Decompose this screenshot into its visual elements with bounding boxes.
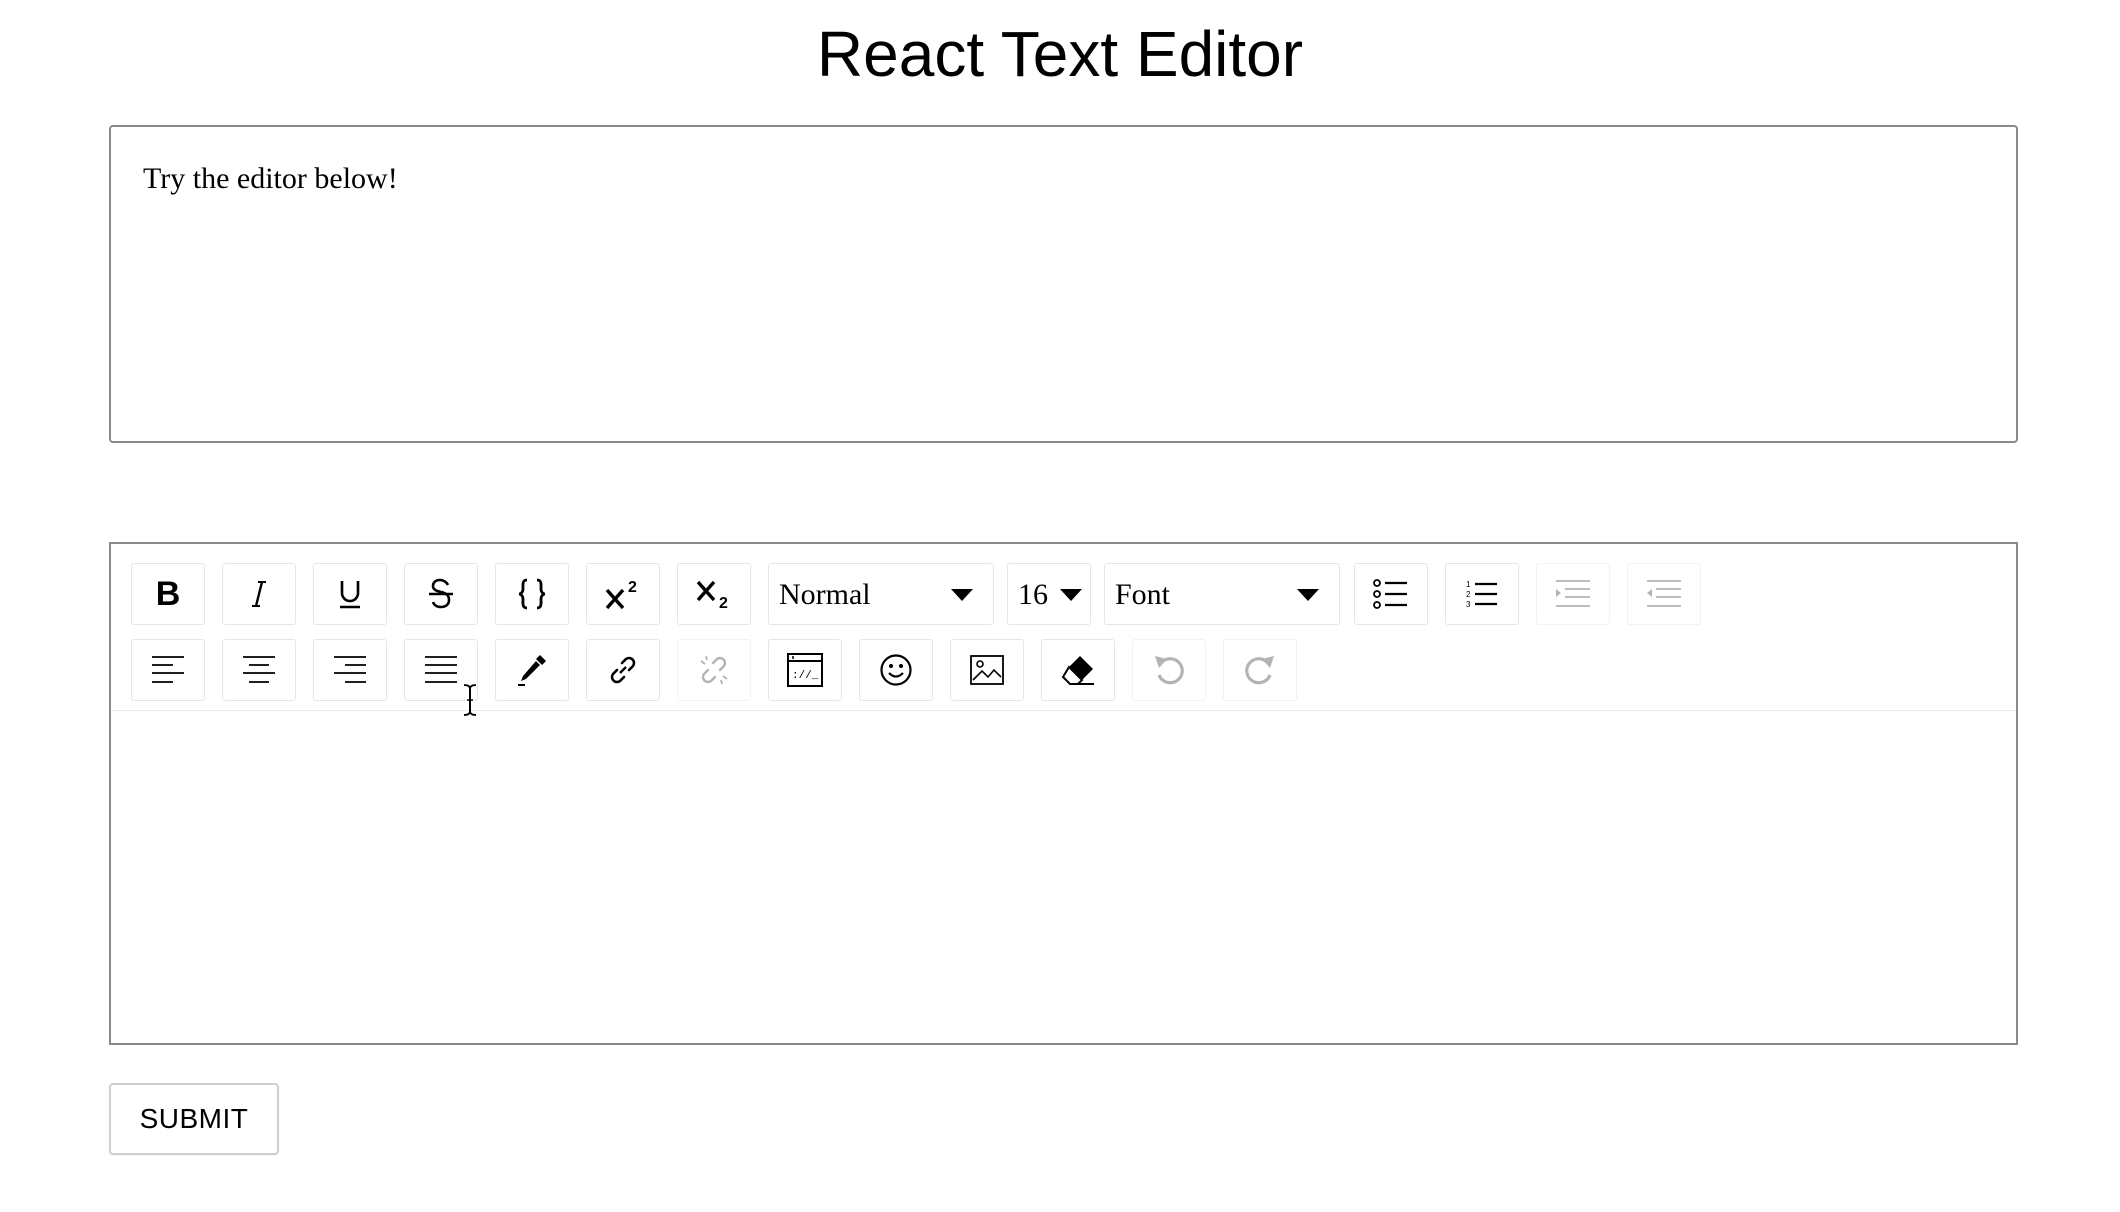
svg-text:2: 2 — [628, 579, 637, 596]
svg-text:2: 2 — [1466, 590, 1471, 599]
strikethrough-button[interactable] — [404, 563, 478, 625]
font-family-value: Font — [1115, 578, 1171, 611]
editor-content-area[interactable] — [111, 711, 2016, 1043]
font-size-dropdown[interactable]: 16 — [1007, 563, 1091, 625]
italic-button[interactable] — [222, 563, 296, 625]
redo-button[interactable] — [1223, 639, 1297, 701]
align-center-icon — [243, 656, 275, 683]
indent-button[interactable] — [1536, 563, 1610, 625]
link-icon — [610, 656, 636, 684]
unlink-icon — [700, 655, 728, 685]
chevron-down-icon — [1060, 589, 1082, 601]
color-picker-button[interactable] — [495, 639, 569, 701]
align-center-button[interactable] — [222, 639, 296, 701]
italic-icon — [252, 581, 266, 607]
text-cursor-icon — [463, 684, 477, 716]
svg-text:2: 2 — [719, 595, 728, 610]
embed-button[interactable]: ://_ — [768, 639, 842, 701]
superscript-button[interactable]: 2 — [586, 563, 660, 625]
underline-button[interactable] — [313, 563, 387, 625]
svg-text:3: 3 — [1466, 600, 1471, 609]
align-left-button[interactable] — [131, 639, 205, 701]
link-button[interactable] — [586, 639, 660, 701]
block-type-value: Normal — [779, 578, 871, 611]
page-title: React Text Editor — [816, 18, 1304, 90]
outdent-icon — [1647, 580, 1681, 607]
preview-text: Try the editor below! — [143, 162, 398, 195]
align-left-icon — [152, 656, 184, 683]
align-right-button[interactable] — [313, 639, 387, 701]
undo-icon — [1155, 656, 1184, 685]
chevron-down-icon — [951, 589, 973, 601]
svg-text:://_: ://_ — [792, 670, 819, 682]
undo-button[interactable] — [1132, 639, 1206, 701]
emoji-button[interactable] — [859, 639, 933, 701]
subscript-icon: 2 — [696, 580, 728, 610]
unordered-list-button[interactable] — [1354, 563, 1428, 625]
align-justify-icon — [425, 656, 457, 683]
remove-format-button[interactable] — [1041, 639, 1115, 701]
rich-text-editor: B 2 2 Normal 16 Font 1 2 3://_ — [109, 542, 2018, 1045]
font-size-value: 16 — [1018, 578, 1048, 611]
strikethrough-icon — [429, 578, 453, 609]
eraser-icon — [1061, 656, 1094, 685]
editor-toolbar: B 2 2 Normal 16 Font 1 2 3://_ — [111, 544, 2016, 711]
unordered-list-icon — [1373, 579, 1407, 609]
bold-icon: B — [155, 575, 181, 613]
indent-icon — [1556, 580, 1590, 607]
submit-button[interactable]: SUBMIT — [109, 1083, 279, 1155]
color-picker-icon — [518, 655, 546, 686]
superscript-icon: 2 — [605, 579, 637, 610]
underline-icon — [340, 581, 360, 609]
unlink-button[interactable] — [677, 639, 751, 701]
subscript-button[interactable]: 2 — [677, 563, 751, 625]
image-button[interactable] — [950, 639, 1024, 701]
preview-box: Try the editor below! — [109, 125, 2018, 443]
embed-icon: ://_ — [787, 653, 823, 687]
outdent-button[interactable] — [1627, 563, 1701, 625]
block-type-dropdown[interactable]: Normal — [768, 563, 994, 625]
align-right-icon — [334, 656, 366, 683]
emoji-icon — [880, 654, 912, 686]
ordered-list-icon: 1 2 3 — [1466, 580, 1497, 609]
image-icon — [970, 655, 1004, 685]
svg-text:1: 1 — [1466, 580, 1471, 589]
redo-icon — [1245, 656, 1274, 685]
ordered-list-button[interactable]: 1 2 3 — [1445, 563, 1519, 625]
code-button[interactable] — [495, 563, 569, 625]
font-family-dropdown[interactable]: Font — [1104, 563, 1340, 625]
code-icon — [518, 578, 546, 610]
bold-button[interactable]: B — [131, 563, 205, 625]
chevron-down-icon — [1297, 589, 1319, 601]
